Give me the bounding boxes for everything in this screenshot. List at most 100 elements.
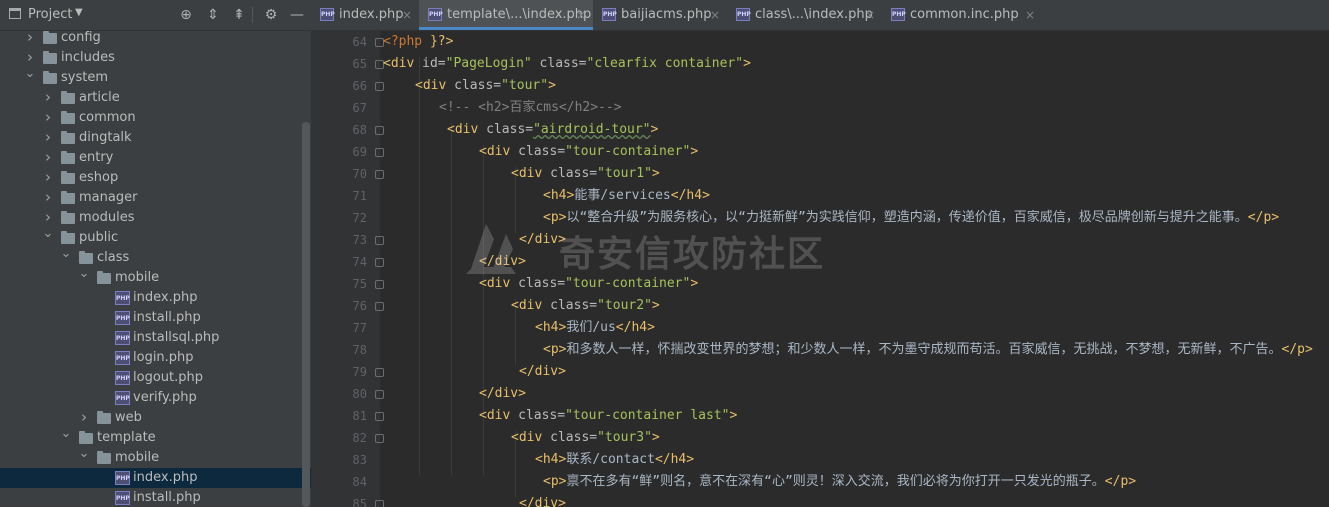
tree-item[interactable]: ⌄ class xyxy=(0,246,311,268)
tree-item[interactable]: › article xyxy=(0,88,311,108)
tree-item[interactable]: PHP index.php xyxy=(0,468,311,488)
close-icon[interactable]: × xyxy=(576,0,586,30)
code-token: </p> xyxy=(1104,474,1137,489)
chevron-down-icon[interactable]: ▼ xyxy=(75,7,83,18)
tree-item[interactable]: › common xyxy=(0,108,311,128)
code-line[interactable]: <div class="tour"> xyxy=(383,75,556,97)
code-token: <div xyxy=(511,298,551,313)
code-line[interactable]: </div> xyxy=(383,361,566,383)
minimize-icon[interactable]: — xyxy=(288,6,306,24)
chevron-down-icon[interactable]: ⌄ xyxy=(78,264,90,284)
code-token: 能事/services xyxy=(574,188,671,203)
editor-tab[interactable]: PHP class\...\index.php × xyxy=(727,0,882,30)
chevron-down-icon[interactable]: ⌄ xyxy=(42,224,54,244)
code-line[interactable]: </div> xyxy=(383,493,566,507)
code-line[interactable]: <div class="tour1"> xyxy=(383,163,660,185)
line-number: 84 xyxy=(352,475,367,489)
code-token: <h4> xyxy=(543,188,575,203)
tree-item[interactable]: PHP install.php xyxy=(0,488,311,507)
tree-item[interactable]: ⌄ template xyxy=(0,426,311,448)
code-line[interactable]: <p>和多数人一样，怀揣改变世界的梦想；和少数人一样，不为墨守成规而苟活。百家威… xyxy=(383,339,1313,361)
code-line[interactable]: <h4>我们/us</h4> xyxy=(383,317,655,339)
code-line[interactable]: <div class="airdroid-tour"> xyxy=(383,119,658,141)
code-line[interactable]: <div class="tour3"> xyxy=(383,427,660,449)
tree-item[interactable]: PHP install.php xyxy=(0,308,311,328)
chevron-right-icon[interactable]: › xyxy=(42,147,54,167)
line-number: 79 xyxy=(352,365,367,379)
php-file-icon: PHP xyxy=(736,8,751,21)
code-line[interactable]: <div class="tour-container last"> xyxy=(383,405,737,427)
close-icon[interactable]: × xyxy=(710,0,720,30)
php-file-icon: PHP xyxy=(602,8,617,21)
tree-item[interactable]: › config xyxy=(0,28,311,48)
tree-item[interactable]: PHP index.php xyxy=(0,288,311,308)
chevron-right-icon[interactable]: › xyxy=(24,27,36,47)
chevron-right-icon[interactable]: › xyxy=(42,107,54,127)
editor-tab[interactable]: PHP template\...\index.php × xyxy=(419,0,593,30)
chevron-right-icon[interactable]: › xyxy=(42,187,54,207)
tree-item[interactable]: › entry xyxy=(0,148,311,168)
code-line[interactable]: <div class="tour2"> xyxy=(383,295,660,317)
code-token: <!-- <h2>百家cms</h2>--> xyxy=(439,100,622,115)
code-line[interactable]: <p>禀不在多有“鲜”则名，意不在深有“心”则灵！深入交流，我们必将为你打开一只… xyxy=(383,471,1136,493)
chevron-right-icon[interactable]: › xyxy=(42,167,54,187)
php-file-icon: PHP xyxy=(115,371,130,385)
line-number: 75 xyxy=(352,277,367,291)
php-file-icon: PHP xyxy=(115,291,130,305)
tree-item[interactable]: PHP installsql.php xyxy=(0,328,311,348)
tree-scrollbar[interactable] xyxy=(302,122,310,507)
code-line[interactable]: <?php }?> xyxy=(383,31,453,53)
code-line[interactable]: <div class="tour-container"> xyxy=(383,141,698,163)
tree-item[interactable]: PHP login.php xyxy=(0,348,311,368)
chevron-down-icon[interactable]: ⌄ xyxy=(60,424,72,444)
gear-icon[interactable]: ⚙ xyxy=(262,6,280,24)
tree-item[interactable]: › includes xyxy=(0,48,311,68)
code-token: </p> xyxy=(1247,210,1280,225)
close-icon[interactable]: × xyxy=(865,0,875,30)
target-icon[interactable]: ⊕ xyxy=(177,6,195,24)
chevron-down-icon[interactable]: ⌄ xyxy=(24,64,36,84)
tree-item[interactable]: › dingtalk xyxy=(0,128,311,148)
line-number: 76 xyxy=(352,299,367,313)
code-line[interactable]: <h4>联系/contact</h4> xyxy=(383,449,694,471)
code-line[interactable]: <h4>能事/services</h4> xyxy=(383,185,710,207)
code-token: > xyxy=(729,408,738,423)
tree-item[interactable]: › eshop xyxy=(0,168,311,188)
line-number: 70 xyxy=(352,167,367,181)
code-line[interactable]: </div> xyxy=(383,383,526,405)
line-number: 81 xyxy=(352,409,367,423)
chevron-down-icon[interactable]: ⌄ xyxy=(78,444,90,464)
chevron-right-icon[interactable]: › xyxy=(78,407,90,427)
code-token: class= xyxy=(531,56,587,71)
chevron-right-icon[interactable]: › xyxy=(42,127,54,147)
tree-item[interactable]: › manager xyxy=(0,188,311,208)
project-title[interactable]: Project xyxy=(28,7,72,22)
chevron-down-icon[interactable]: ⌄ xyxy=(60,244,72,264)
chevron-right-icon[interactable]: › xyxy=(42,87,54,107)
tree-item[interactable]: ⌄ mobile xyxy=(0,266,311,288)
code-token: </h4> xyxy=(615,320,655,335)
code-token: 和多数人一样，怀揣改变世界的梦想；和少数人一样，不为墨守成规而苟活。百家威信，无… xyxy=(566,342,1282,357)
expand-all-icon[interactable]: ⇕ xyxy=(204,6,222,24)
tree-item[interactable]: ⌄ mobile xyxy=(0,446,311,468)
code-token: > xyxy=(651,166,660,181)
editor-tab[interactable]: PHP baijiacms.php × xyxy=(593,0,727,30)
close-icon[interactable]: × xyxy=(402,0,412,30)
project-header: Project ▼ ⊕ ⇕ ⇞ ⚙ — xyxy=(0,0,311,31)
tree-item[interactable]: PHP verify.php xyxy=(0,388,311,408)
editor-tab[interactable]: PHP common.inc.php × xyxy=(882,0,1042,30)
tree-item-label: template xyxy=(97,430,156,445)
tree-item-label: verify.php xyxy=(133,390,197,405)
collapse-all-icon[interactable]: ⇞ xyxy=(230,6,248,24)
tree-item[interactable]: ⌄ system xyxy=(0,66,311,88)
code-editor[interactable]: 64 65 66 67 68 69 70 71 72 73 74 75 76 77 78 79 80 81 82 83… xyxy=(311,31,1329,507)
tree-item[interactable]: › web xyxy=(0,408,311,428)
code-line[interactable]: <div id="PageLogin" class="clearfix cont… xyxy=(383,53,751,75)
tree-item[interactable]: PHP logout.php xyxy=(0,368,311,388)
code-token: id= xyxy=(422,56,446,71)
code-line[interactable]: <!-- <h2>百家cms</h2>--> xyxy=(383,97,622,119)
code-token: <div xyxy=(383,56,423,71)
editor-tab[interactable]: PHP index.php × xyxy=(311,0,419,30)
tree-item[interactable]: ⌄ public xyxy=(0,226,311,248)
close-icon[interactable]: × xyxy=(1025,0,1035,30)
